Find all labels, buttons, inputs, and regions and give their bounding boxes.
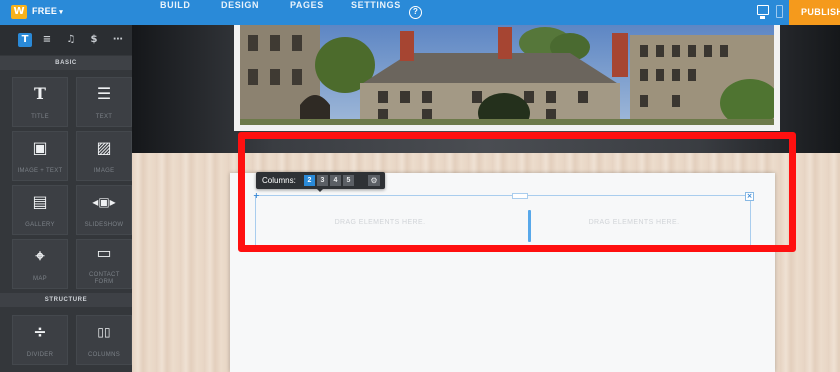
top-toolbar: W FREE ▾ BUILD DESIGN PAGES SETTINGS ? PU… [0,0,840,25]
element-label: TITLE [31,114,49,120]
divider-icon: ÷ [33,322,47,341]
store-tab-icon[interactable]: $ [87,33,101,47]
header-banner[interactable] [234,25,780,131]
desktop-view-icon[interactable] [757,5,769,19]
element-label: IMAGE [93,168,115,174]
element-label: COLUMNS [87,352,121,358]
element-label: DIVIDER [26,352,54,358]
contact-form-icon: ▭ [96,243,112,262]
mobile-view-icon[interactable] [776,5,783,18]
element-divider[interactable]: ÷ DIVIDER [12,315,68,365]
element-label: IMAGE + TEXT [17,168,63,174]
weebly-logo-icon[interactable]: W [11,5,27,19]
element-slideshow[interactable]: ◂▣▸ SLIDESHOW [76,185,132,235]
element-columns[interactable]: ▯▯ COLUMNS [76,315,132,365]
columns-icon: ▯▯ [97,325,111,339]
layout-tab-icon[interactable]: ≡ [40,33,54,47]
nav-settings[interactable]: SETTINGS [351,0,401,25]
more-tab-icon[interactable]: ⋯ [111,33,125,47]
element-label: CONTACT FORM [89,272,120,285]
help-icon[interactable]: ? [409,6,422,19]
nav-build[interactable]: BUILD [160,0,191,25]
slideshow-icon: ◂▣▸ [92,195,116,209]
elements-sidebar: T ≡ ♫ $ ⋯ BASIC T TITLE ☰ TEXT ▣ IMAGE +… [0,25,132,372]
plan-label: FREE [32,6,58,16]
element-image-text[interactable]: ▣ IMAGE + TEXT [12,131,68,181]
element-image[interactable]: ▨ IMAGE [76,131,132,181]
element-title[interactable]: T TITLE [12,77,68,127]
highlight-annotation [238,132,796,252]
element-text[interactable]: ☰ TEXT [76,77,132,127]
element-label: GALLERY [25,222,55,228]
map-pin-icon: ⌖ [35,246,45,265]
element-label: SLIDESHOW [84,222,124,228]
gallery-icon: ▤ [32,192,48,211]
sidebar-tabs: T ≡ ♫ $ ⋯ [0,25,132,55]
structure-section-header: STRUCTURE [0,293,132,307]
nav-pages[interactable]: PAGES [290,0,324,25]
element-map[interactable]: ⌖ MAP [12,239,68,289]
text-icon: ☰ [96,84,112,103]
image-text-icon: ▣ [32,138,48,157]
element-label: TEXT [95,114,113,120]
element-contact-form[interactable]: ▭ CONTACT FORM [76,239,132,289]
plan-dropdown[interactable]: FREE ▾ [32,6,63,16]
campus-banner-image [240,25,774,125]
image-icon: ▨ [96,138,112,157]
text-tab-icon[interactable]: T [18,33,32,47]
title-icon: T [34,84,46,103]
nav-design[interactable]: DESIGN [221,0,259,25]
chevron-down-icon: ▾ [59,9,64,16]
element-label: MAP [33,276,47,282]
element-gallery[interactable]: ▤ GALLERY [12,185,68,235]
music-tab-icon[interactable]: ♫ [64,33,78,47]
publish-button[interactable]: PUBLISH [789,0,840,25]
basic-section-header: BASIC [0,56,132,70]
